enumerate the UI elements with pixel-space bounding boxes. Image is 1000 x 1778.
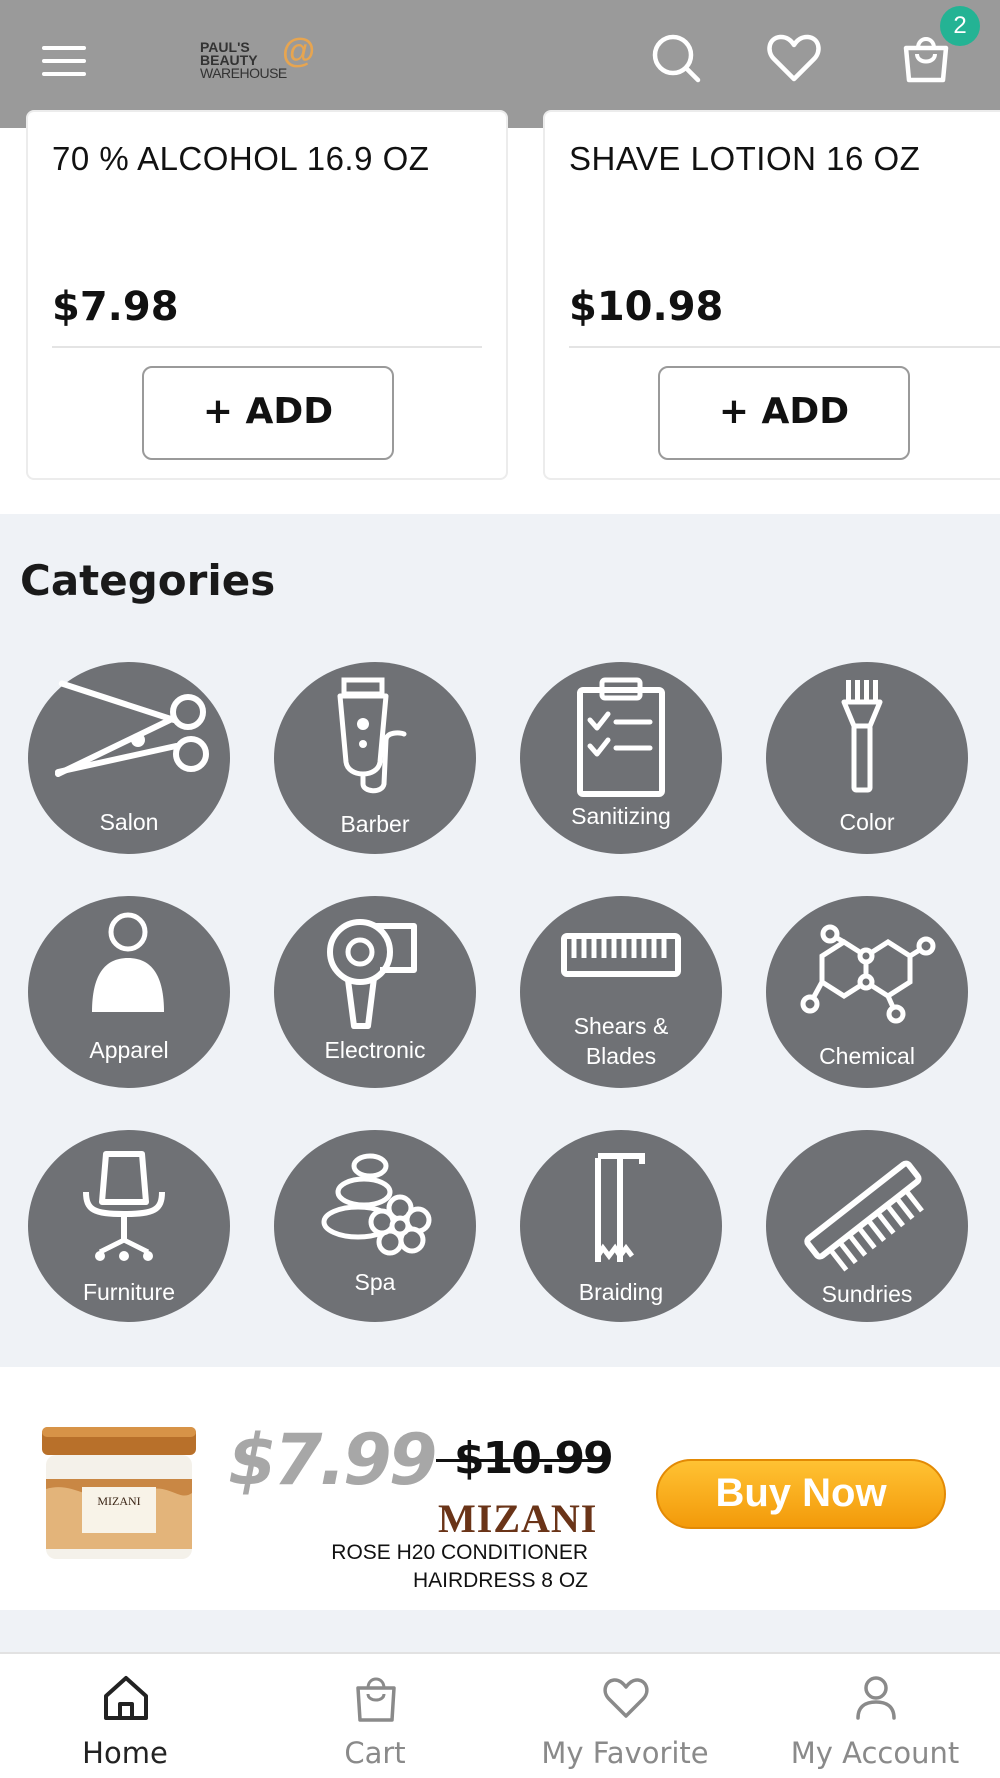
category-label: Apparel xyxy=(89,1037,169,1063)
category-braiding[interactable]: Braiding xyxy=(520,1130,722,1322)
product-name: 70 % ALCOHOL 16.9 OZ xyxy=(52,140,430,177)
category-barber[interactable]: Barber xyxy=(274,662,476,854)
promo-banner[interactable]: MIZANI $7.99 $10.99 MIZANI ROSE H20 COND… xyxy=(0,1367,1000,1610)
sale-price: $7.99 xyxy=(228,1419,437,1501)
product-card[interactable]: SHAVE LOTION 16 OZ $10.98 + ADD xyxy=(543,110,1000,480)
divider xyxy=(569,346,1000,348)
nav-account[interactable]: My Account xyxy=(750,1654,1000,1778)
promo-description: ROSE H20 CONDITIONER HAIRDRESS 8 OZ xyxy=(268,1539,588,1595)
add-to-cart-button[interactable]: + ADD xyxy=(658,366,910,460)
jar-brand: MIZANI xyxy=(97,1494,140,1508)
app-header: PAUL'S BEAUTY WAREHOUSE @ 2 xyxy=(0,0,1000,128)
category-spa[interactable]: Spa xyxy=(274,1130,476,1322)
nav-label: Cart xyxy=(344,1736,406,1770)
product-name: SHAVE LOTION 16 OZ xyxy=(569,140,921,177)
category-color[interactable]: Color xyxy=(766,662,968,854)
product-price: $7.98 xyxy=(52,284,179,330)
nav-favorite[interactable]: My Favorite xyxy=(500,1654,750,1778)
section-title: Categories xyxy=(20,556,276,605)
bottom-navigation: Home Cart My Favorite My Account xyxy=(0,1652,1000,1778)
nav-label: My Account xyxy=(790,1736,960,1770)
category-apparel[interactable]: Apparel xyxy=(28,896,230,1088)
category-label: Color xyxy=(839,809,895,835)
category-label: Furniture xyxy=(82,1279,176,1305)
cart-count-badge: 2 xyxy=(940,6,980,46)
category-sanitizing[interactable]: Sanitizing xyxy=(520,662,722,854)
menu-icon[interactable] xyxy=(38,40,90,82)
buy-now-button[interactable]: Buy Now xyxy=(656,1459,946,1529)
cart-icon xyxy=(356,1677,396,1722)
heart-icon xyxy=(603,1678,649,1718)
category-label: Braiding xyxy=(578,1279,664,1305)
promo-description-line-1: ROSE H20 CONDITIONER xyxy=(331,1541,588,1564)
category-label: Salon xyxy=(99,809,159,835)
logo-at-symbol: @ xyxy=(282,32,316,70)
category-label: Sanitizing xyxy=(571,803,671,829)
promo-description-line-2: HAIRDRESS 8 OZ xyxy=(412,1569,588,1592)
search-icon[interactable] xyxy=(646,28,706,88)
logo-line-3: WAREHOUSE xyxy=(200,65,287,81)
promo-brand: MIZANI xyxy=(438,1496,598,1541)
heart-icon[interactable] xyxy=(764,28,824,88)
page: PAUL'S BEAUTY WAREHOUSE @ 2 70 % ALCOHOL… xyxy=(0,0,1000,1778)
product-jar-image: MIZANI xyxy=(42,1427,196,1559)
category-sundries[interactable]: Sundries xyxy=(766,1130,968,1322)
category-label: Chemical xyxy=(819,1043,915,1069)
category-salon[interactable]: Salon xyxy=(28,662,230,854)
category-label: Electronic xyxy=(324,1037,426,1063)
strikethrough-line xyxy=(436,1459,604,1462)
category-label-line-1: Shears & xyxy=(573,1013,669,1039)
category-label: Spa xyxy=(354,1269,396,1295)
category-label: Sundries xyxy=(821,1281,913,1307)
product-price: $10.98 xyxy=(569,284,724,330)
user-icon xyxy=(856,1676,896,1720)
product-card[interactable]: 70 % ALCOHOL 16.9 OZ $7.98 + ADD xyxy=(26,110,508,480)
home-icon xyxy=(104,1676,148,1720)
category-label-line-2: Blades xyxy=(585,1043,657,1069)
category-label: Barber xyxy=(340,811,410,837)
category-electronic[interactable]: Electronic xyxy=(274,896,476,1088)
add-to-cart-button[interactable]: + ADD xyxy=(142,366,394,460)
nav-home[interactable]: Home xyxy=(0,1654,250,1778)
nav-label: My Favorite xyxy=(541,1736,709,1770)
nav-cart[interactable]: Cart xyxy=(250,1654,500,1778)
brand-logo[interactable]: PAUL'S BEAUTY WAREHOUSE @ xyxy=(198,32,318,88)
category-shears-blades[interactable]: Shears & Blades xyxy=(520,896,722,1088)
category-chemical[interactable]: Chemical xyxy=(766,896,968,1088)
nav-label: Home xyxy=(82,1736,168,1770)
section-separator xyxy=(0,1610,1000,1654)
category-furniture[interactable]: Furniture xyxy=(28,1130,230,1322)
divider xyxy=(52,346,482,348)
categories-section: Categories Salon Barber Sanitizing Color… xyxy=(0,514,1000,1367)
